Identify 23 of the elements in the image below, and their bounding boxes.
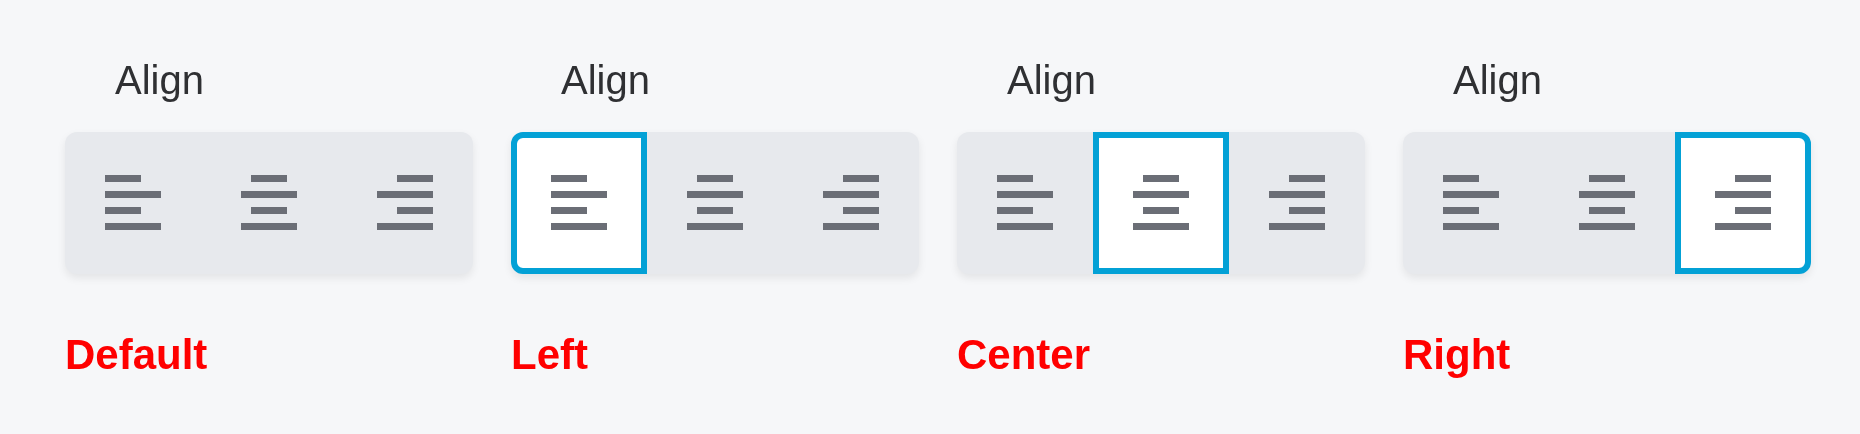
- field-label: Align: [1453, 57, 1543, 104]
- align-center-icon: [687, 175, 743, 231]
- field-label: Align: [561, 57, 651, 104]
- align-right-icon: [1715, 175, 1771, 231]
- align-center-icon: [1133, 175, 1189, 231]
- align-center-icon: [1579, 175, 1635, 231]
- align-right-button[interactable]: [1675, 132, 1811, 274]
- example-caption: Default: [65, 334, 209, 376]
- align-center-icon: [241, 175, 297, 231]
- align-center-button[interactable]: [1093, 132, 1229, 274]
- example-caption: Right: [1403, 334, 1512, 376]
- align-left-icon: [997, 175, 1053, 231]
- align-left-icon: [1443, 175, 1499, 231]
- align-left-icon: [551, 175, 607, 231]
- field-label: Align: [115, 57, 205, 104]
- align-right-icon: [1269, 175, 1325, 231]
- align-right-icon: [377, 175, 433, 231]
- align-left-button[interactable]: [511, 132, 647, 274]
- example-caption: Center: [957, 334, 1092, 376]
- align-right-icon: [823, 175, 879, 231]
- field-label: Align: [1007, 57, 1097, 104]
- example-caption: Left: [511, 334, 589, 376]
- align-left-icon: [105, 175, 161, 231]
